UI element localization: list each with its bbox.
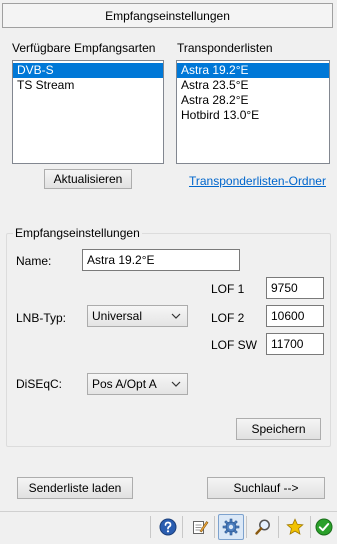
panel-title: Empfangseinstellungen: [105, 8, 230, 23]
receive-type-item-ts-stream[interactable]: TS Stream: [13, 78, 163, 93]
name-field[interactable]: Astra 19.2°E: [82, 249, 240, 271]
diseqc-label-text: DiSEqC:: [16, 377, 63, 391]
transponder-folder-link-label: Transponderlisten-Ordner: [189, 174, 326, 188]
transponder-item-astra-282[interactable]: Astra 28.2°E: [177, 93, 329, 108]
transponder-list[interactable]: Astra 19.2°E Astra 23.5°E Astra 28.2°E H…: [176, 60, 330, 164]
status-bar-separator: [278, 516, 279, 538]
help-icon[interactable]: [155, 514, 181, 540]
lnb-type-label: LNB-Typ:: [16, 311, 66, 325]
scan-button-label: Suchlauf -->: [233, 481, 299, 495]
status-bar-separator: [150, 516, 151, 538]
lofsw-field[interactable]: 11700: [266, 333, 324, 355]
chevron-down-icon: [171, 313, 181, 319]
transponder-item-astra-235[interactable]: Astra 23.5°E: [177, 78, 329, 93]
diseqc-select-value: Pos A/Opt A: [92, 377, 157, 391]
status-bar-separator: [214, 516, 215, 538]
lof2-label-text: LOF 2: [211, 311, 245, 325]
receive-types-label: Verfügbare Empfangsarten: [12, 41, 155, 55]
transponder-lists-label-text: Transponderlisten: [177, 41, 273, 55]
ok-icon[interactable]: [311, 514, 337, 540]
scan-button[interactable]: Suchlauf -->: [207, 477, 325, 499]
status-bar-separator: [182, 516, 183, 538]
lof2-field-value: 10600: [271, 309, 305, 323]
lofsw-label-text: LOF SW: [211, 338, 258, 352]
refresh-button-label: Aktualisieren: [53, 172, 123, 186]
diseqc-select[interactable]: Pos A/Opt A: [87, 373, 188, 395]
transponder-item-hotbird-130[interactable]: Hotbird 13.0°E: [177, 108, 329, 123]
favorites-icon[interactable]: [282, 514, 308, 540]
lof1-label-text: LOF 1: [211, 282, 245, 296]
status-bar-separator: [246, 516, 247, 538]
chevron-down-icon: [171, 381, 181, 387]
receive-type-item-dvbs[interactable]: DVB-S: [13, 63, 163, 78]
lof2-field[interactable]: 10600: [266, 305, 324, 327]
lofsw-field-value: 11700: [271, 337, 304, 351]
panel-header: Empfangseinstellungen: [2, 3, 333, 28]
transponder-lists-label: Transponderlisten: [177, 41, 273, 55]
lnb-type-select[interactable]: Universal: [87, 305, 188, 327]
name-label: Name:: [16, 254, 51, 268]
save-button-label: Speichern: [251, 422, 306, 436]
name-label-text: Name:: [16, 254, 52, 268]
refresh-button[interactable]: Aktualisieren: [44, 169, 132, 189]
lof1-field-value: 9750: [271, 281, 298, 295]
search-icon[interactable]: [250, 514, 276, 540]
lof1-field[interactable]: 9750: [266, 277, 324, 299]
receive-settings-group-title: Empfangseinstellungen: [13, 226, 142, 240]
settings-icon[interactable]: [218, 514, 244, 540]
receive-types-list[interactable]: DVB-S TS Stream: [12, 60, 164, 164]
edit-icon[interactable]: [187, 514, 213, 540]
receive-settings-group-title-text: Empfangseinstellungen: [15, 226, 140, 240]
lof2-label: LOF 2: [211, 311, 244, 325]
load-channel-list-button[interactable]: Senderliste laden: [17, 477, 133, 499]
name-field-value: Astra 19.2°E: [87, 253, 155, 267]
lofsw-label: LOF SW: [211, 338, 257, 352]
lof1-label: LOF 1: [211, 282, 244, 296]
save-button[interactable]: Speichern: [236, 418, 321, 440]
lnb-type-label-text: LNB-Typ:: [16, 311, 67, 325]
load-channel-list-button-label: Senderliste laden: [28, 481, 122, 495]
transponder-item-astra-192[interactable]: Astra 19.2°E: [177, 63, 329, 78]
diseqc-label: DiSEqC:: [16, 377, 62, 391]
lnb-type-select-value: Universal: [92, 309, 143, 323]
receive-types-label-text: Verfügbare Empfangsarten: [12, 41, 156, 55]
transponder-folder-link[interactable]: Transponderlisten-Ordner: [189, 174, 326, 188]
